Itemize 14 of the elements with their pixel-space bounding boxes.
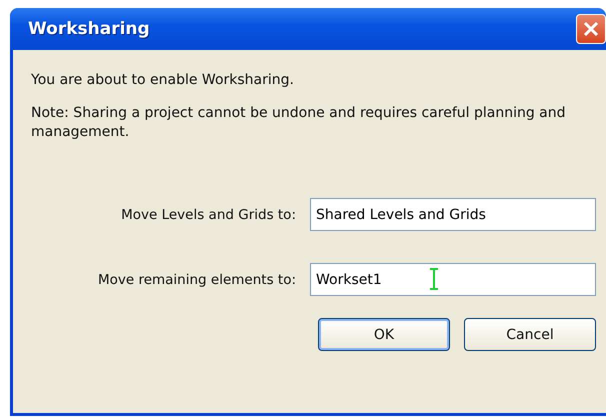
field-label: Move remaining elements to: — [98, 272, 296, 288]
dialog-button[interactable]: Cancel — [464, 318, 596, 351]
text-cursor-icon — [429, 268, 439, 290]
input-field[interactable]: Shared Levels and Grids — [310, 198, 596, 231]
message-text: You are about to enable Worksharing. — [31, 72, 295, 88]
input-field[interactable]: Workset1 — [310, 263, 596, 296]
close-icon — [581, 19, 601, 39]
field-label: Move Levels and Grids to: — [121, 206, 296, 222]
window-title: Worksharing — [28, 19, 150, 39]
field-value: Shared Levels and Grids — [316, 206, 486, 222]
dialog-button[interactable]: OK — [318, 318, 450, 351]
field-value: Workset1 — [316, 272, 382, 288]
note-text: Note: Sharing a project cannot be undone and requires careful planning and management. — [31, 104, 567, 142]
close-button[interactable] — [576, 14, 606, 44]
